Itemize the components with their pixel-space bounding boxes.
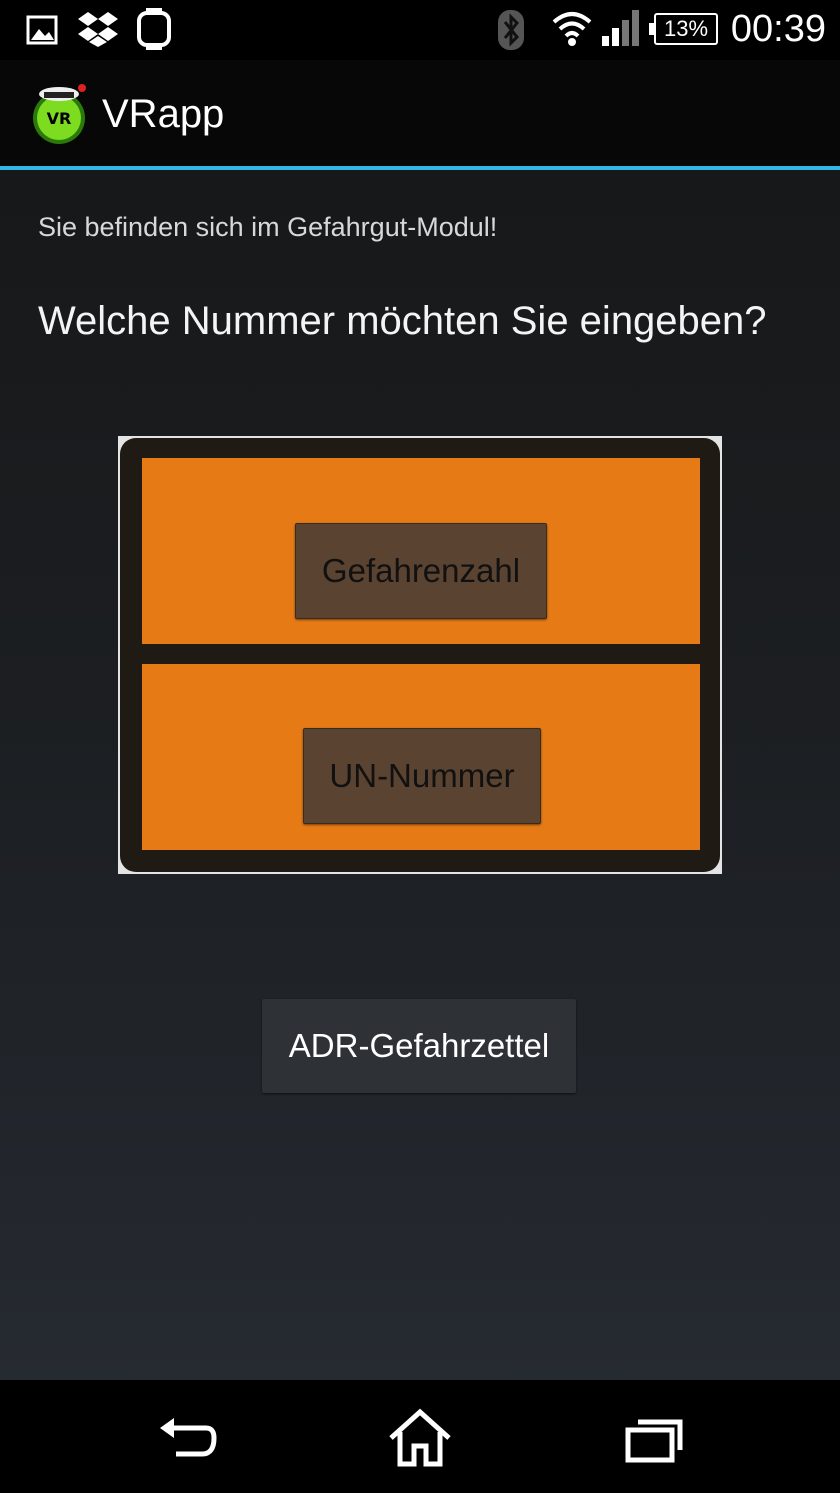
svg-text:VR: VR [47, 109, 72, 128]
vrapp-logo-icon[interactable]: VR [26, 80, 92, 146]
hazard-sign-bottom-panel: UN-Nummer [142, 664, 700, 850]
app-title: VRapp [102, 92, 225, 136]
home-icon[interactable] [385, 1408, 455, 1468]
signal-icon [602, 10, 639, 46]
recent-apps-icon[interactable] [620, 1408, 690, 1468]
question-heading: Welche Nummer möchten Sie eingeben? [38, 299, 767, 343]
content-area: Sie befinden sich im Gefahrgut-Modul! We… [0, 170, 840, 1380]
status-bar: 13% 00:39 [0, 0, 840, 60]
battery-icon: 13% [649, 13, 718, 45]
navigation-bar [0, 1380, 840, 1493]
adr-gefahrzettel-button[interactable]: ADR-Gefahrzettel [262, 999, 576, 1093]
hazard-sign-top-panel: Gefahrenzahl [142, 458, 700, 644]
bluetooth-icon [498, 10, 524, 50]
hazard-sign: Gefahrenzahl UN-Nummer [118, 436, 722, 874]
hazard-sign-frame: Gefahrenzahl UN-Nummer [120, 438, 720, 872]
module-info-text: Sie befinden sich im Gefahrgut-Modul! [38, 212, 498, 242]
back-icon[interactable] [154, 1408, 224, 1468]
screen: 13% 00:39 VR VRapp Sie befinden sich im … [0, 0, 840, 1493]
status-time: 00:39 [730, 8, 826, 50]
un-nummer-button[interactable]: UN-Nummer [303, 728, 541, 824]
image-icon [26, 15, 58, 45]
dropbox-icon [78, 12, 118, 47]
gefahrenzahl-button[interactable]: Gefahrenzahl [295, 523, 547, 619]
watch-icon [137, 8, 171, 50]
wifi-icon [552, 12, 592, 46]
